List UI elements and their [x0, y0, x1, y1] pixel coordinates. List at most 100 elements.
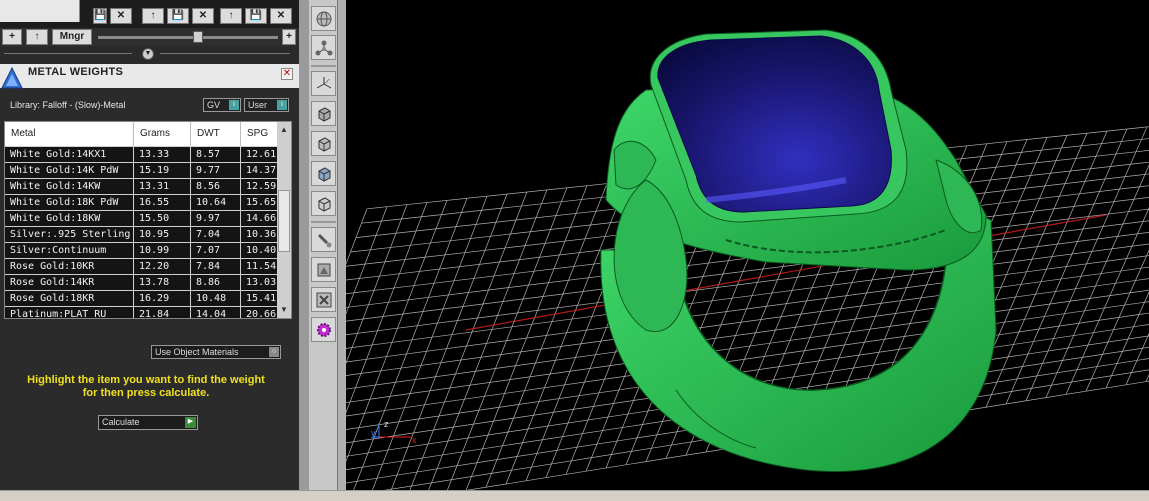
table-row[interactable]: White Gold:14K PdW 15.19 9.77 14.37 — [5, 162, 277, 178]
cell-dwt: 7.07 — [191, 243, 241, 258]
use-object-materials-label: Use Object Materials — [155, 347, 239, 357]
cell-dwt: 10.64 — [191, 195, 241, 210]
column-header-dwt[interactable]: DWT — [191, 122, 241, 146]
table-row[interactable]: White Gold:18KW 15.50 9.97 14.66 — [5, 210, 277, 226]
add-button[interactable]: + — [2, 29, 22, 45]
cell-metal: White Gold:18K PdW — [5, 195, 134, 210]
table-header: Metal Grams DWT SPG — [5, 122, 277, 146]
vertical-toolbar — [309, 0, 338, 490]
cell-spg: 12.61 — [246, 149, 277, 160]
grid-line — [428, 189, 548, 490]
3d-viewport[interactable]: z x y — [346, 0, 1149, 490]
cube-front-icon[interactable] — [311, 131, 336, 156]
close-button[interactable]: ✕ — [270, 8, 292, 24]
cell-spg: 10.36 — [246, 229, 277, 240]
brush-icon[interactable] — [311, 227, 336, 252]
divider-line — [4, 53, 132, 54]
collapse-row: ▼ — [0, 46, 299, 62]
close-button[interactable]: ✕ — [110, 8, 132, 24]
table-row[interactable]: White Gold:18K PdW 16.55 10.64 15.65 — [5, 194, 277, 210]
user-dropdown[interactable]: User i — [244, 98, 289, 112]
table-row[interactable]: White Gold:14KW 13.31 8.56 12.59 — [5, 178, 277, 194]
grid-line — [1045, 164, 1149, 398]
cell-dwt: 7.04 — [191, 227, 241, 242]
scroll-down-icon[interactable]: ▼ — [278, 304, 290, 316]
cell-grams: 12.20 — [134, 259, 191, 274]
cell-spg: 20.66 — [246, 309, 277, 319]
grid-line — [346, 200, 448, 463]
hint-line-2: for then press calculate. — [82, 387, 210, 399]
panel-title: METAL WEIGHTS — [28, 66, 124, 78]
cell-metal: White Gold:14KW — [5, 179, 134, 194]
cell-spg: 12.59 — [246, 181, 277, 192]
slider-track[interactable] — [98, 36, 278, 39]
play-icon: ▶ — [185, 417, 196, 428]
divider-line — [160, 53, 290, 54]
cell-spg: 13.03 — [246, 277, 277, 288]
slider-thumb[interactable] — [193, 31, 203, 43]
top-toolbar-strip: 💾 ✕ ↑ 💾 ✕ ↑ 💾 ✕ — [0, 0, 299, 28]
cube-side-icon[interactable] — [311, 161, 336, 186]
cell-grams: 15.50 — [134, 211, 191, 226]
table-row[interactable]: White Gold:14KX1 13.33 8.57 12.61 — [5, 146, 277, 162]
toolbar-separator — [311, 65, 336, 67]
cell-grams: 13.31 — [134, 179, 191, 194]
object-list-area[interactable] — [0, 0, 80, 22]
collapse-toggle-icon[interactable]: ▼ — [142, 48, 154, 60]
dropdown-icon: i — [277, 100, 287, 110]
left-panel: 💾 ✕ ↑ 💾 ✕ ↑ 💾 ✕ + ↑ Mngr + ▼ METAL WEIGH… — [0, 0, 299, 490]
add-button-right[interactable]: + — [282, 29, 296, 45]
up-arrow-icon[interactable]: ↑ — [220, 8, 242, 24]
up-arrow-icon[interactable]: ↑ — [142, 8, 164, 24]
table-body: White Gold:14KX1 13.33 8.57 12.61 White Gol… — [5, 146, 277, 319]
grid-line — [353, 198, 468, 490]
settings-gear-icon[interactable] — [311, 317, 336, 342]
table-row[interactable]: Silver:Continuum 10.99 7.07 10.40 — [5, 242, 277, 258]
save-icon[interactable]: 💾 — [93, 8, 107, 24]
table-scrollbar[interactable]: ▲ ▼ — [277, 122, 291, 318]
user-label: User — [248, 100, 268, 110]
cell-grams: 16.29 — [134, 291, 191, 306]
globe-icon[interactable] — [311, 6, 336, 31]
cell-metal: Rose Gold:18KR — [5, 291, 134, 306]
column-header-metal[interactable]: Metal — [5, 122, 134, 146]
column-header-spg[interactable]: SPG — [241, 122, 277, 146]
scroll-thumb[interactable] — [278, 190, 290, 252]
cell-grams: 21.84 — [134, 307, 191, 318]
app-window: 💾 ✕ ↑ 💾 ✕ ↑ 💾 ✕ + ↑ Mngr + ▼ METAL WEIGH… — [0, 0, 1149, 501]
close-view-icon[interactable] — [311, 287, 336, 312]
table-row[interactable]: Rose Gold:18KR 16.29 10.48 15.41 — [5, 290, 277, 306]
close-button[interactable]: ✕ — [192, 8, 214, 24]
table-row[interactable]: Silver:.925 Sterling 10.95 7.04 10.36 — [5, 226, 277, 242]
render-icon[interactable] — [311, 257, 336, 282]
axis-x-label: x — [412, 435, 417, 445]
table-row[interactable]: Rose Gold:14KR 13.78 8.86 13.03 — [5, 274, 277, 290]
move-up-button[interactable]: ↑ — [26, 29, 48, 45]
column-header-grams[interactable]: Grams — [134, 122, 191, 146]
scene-svg: z x y — [346, 29, 1149, 490]
grid-line — [346, 206, 388, 315]
cell-metal: Rose Gold:14KR — [5, 275, 134, 290]
table-row[interactable]: Rose Gold:10KR 12.20 7.84 11.54 — [5, 258, 277, 274]
scroll-up-icon[interactable]: ▲ — [278, 124, 290, 136]
save-icon[interactable]: 💾 — [245, 8, 267, 24]
panel-titlebar: METAL WEIGHTS ✕ — [0, 64, 299, 88]
cube-view-icon[interactable] — [311, 101, 336, 126]
cell-dwt: 14.04 — [191, 307, 241, 318]
panel-divider[interactable] — [299, 0, 309, 490]
grid-line — [1085, 249, 1149, 392]
cube-top-icon[interactable] — [311, 191, 336, 216]
panel-close-button[interactable]: ✕ — [281, 68, 293, 80]
cell-metal: White Gold:18KW — [5, 211, 134, 226]
cell-dwt: 9.77 — [191, 163, 241, 178]
table-row[interactable]: Platinum:PLAT RU 21.84 14.04 20.66 — [5, 306, 277, 319]
save-icon[interactable]: 💾 — [167, 8, 189, 24]
axis-y-label: y — [371, 428, 376, 438]
gv-dropdown[interactable]: GV i — [203, 98, 241, 112]
calculate-button[interactable]: Calculate ▶ — [98, 415, 198, 430]
molecule-icon[interactable] — [311, 35, 336, 60]
use-object-materials-dropdown[interactable]: Use Object Materials ○ — [151, 345, 281, 359]
cell-grams: 13.33 — [134, 147, 191, 162]
manager-button[interactable]: Mngr — [52, 29, 92, 45]
axes-gizmo-icon[interactable] — [311, 71, 336, 96]
